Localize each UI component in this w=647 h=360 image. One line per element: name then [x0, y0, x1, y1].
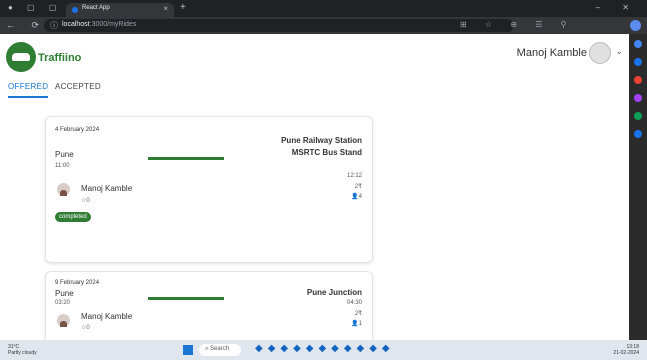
ride-end-time: 04:30	[346, 300, 362, 306]
taskbar-search[interactable]: ⌕ Search	[199, 344, 241, 356]
tab-accepted[interactable]: ACCEPTED	[55, 82, 101, 91]
outlook-icon[interactable]	[634, 130, 642, 138]
user-name[interactable]: Manoj Kamble	[517, 47, 587, 59]
games-icon[interactable]	[634, 94, 642, 102]
driver-avatar	[57, 314, 70, 327]
nav-buttons[interactable]: ← ⟳	[6, 20, 46, 31]
chevron-down-icon[interactable]: ⌄	[615, 46, 623, 57]
extension-icons[interactable]: ⊞ ☆ ⊕ ☰ ⚲	[460, 20, 575, 29]
clock-date: 21-02-2024	[613, 350, 639, 356]
driver-avatar	[57, 183, 70, 196]
taskbar-apps[interactable]: ◆◆◆◆◆◆◆◆◆◆◆	[255, 343, 395, 354]
driver-rating: ☆0	[81, 324, 90, 331]
ride-destination: Pune Railway Station MSRTC Bus Stand	[281, 136, 362, 157]
ride-card[interactable]: 9 February 2024 Pune 03:20 Pune Junction…	[45, 271, 373, 340]
browser-tab[interactable]: React App ×	[66, 3, 174, 17]
rating-value: 0	[86, 325, 90, 331]
ride-date: 9 February 2024	[55, 280, 100, 286]
logo-text: Traffiino	[38, 52, 82, 64]
ride-source: Pune	[55, 150, 74, 159]
driver-name: Manoj Kamble	[81, 312, 133, 321]
active-tab-indicator	[8, 96, 48, 98]
tab-offered[interactable]: OFFERED	[8, 82, 48, 91]
ride-seats: 👤1	[351, 320, 362, 327]
address-bar: ← ⟳ ⓘ localhost:3000/myRides ⊞ ☆ ⊕ ☰ ⚲	[0, 17, 647, 34]
new-tab-button[interactable]: +	[180, 2, 186, 13]
seat-icon: 👤	[351, 194, 359, 200]
window-controls[interactable]: – ✕	[596, 3, 639, 12]
seat-count: 1	[358, 321, 362, 327]
url-field[interactable]: ⓘ localhost:3000/myRides	[44, 19, 514, 32]
url-text: localhost:3000/myRides	[62, 21, 136, 28]
search-icon[interactable]	[634, 40, 642, 48]
browser-profile-icon[interactable]	[630, 20, 641, 31]
route-line	[148, 297, 224, 300]
close-tab-icon[interactable]: ×	[163, 4, 168, 13]
weather-widget[interactable]: 31°C Partly cloudy	[8, 344, 37, 356]
windows-start-icon[interactable]	[183, 345, 193, 355]
status-badge: completed	[55, 212, 91, 222]
browser-tab-title: React App	[82, 5, 110, 11]
ride-destination: Pune Junction	[306, 288, 362, 297]
info-icon: ⓘ	[50, 21, 58, 30]
driver-rating: ☆0	[81, 197, 90, 204]
browser-tab-bar: ● ▢ ▢ React App × + – ✕	[0, 0, 647, 17]
driver-name: Manoj Kamble	[81, 184, 133, 193]
user-avatar[interactable]	[589, 42, 611, 64]
ride-seats: 👤4	[351, 193, 362, 200]
ride-price: 2₹	[354, 311, 362, 317]
react-favicon-icon	[72, 7, 78, 13]
weather-desc: Partly cloudy	[8, 350, 37, 356]
office-icon[interactable]	[634, 112, 642, 120]
ride-end-time: 12:12	[346, 173, 362, 179]
extension-icon[interactable]	[634, 76, 642, 84]
tag-icon[interactable]	[634, 58, 642, 66]
rating-value: 0	[86, 198, 90, 204]
taskbar: 31°C Partly cloudy ⌕ Search ◆◆◆◆◆◆◆◆◆◆◆ …	[0, 340, 647, 360]
seat-icon: 👤	[351, 321, 359, 327]
taskbar-search-label: ⌕ Search	[205, 346, 230, 352]
browser-side-panel	[629, 34, 647, 340]
ride-start-time: 11:00	[55, 163, 70, 169]
ride-date: 4 February 2024	[55, 127, 100, 133]
ride-start-time: 03:20	[55, 300, 71, 306]
traffiino-logo[interactable]	[6, 42, 36, 72]
seat-count: 4	[358, 194, 362, 200]
url-host: localhost	[62, 21, 90, 28]
ride-card[interactable]: 4 February 2024 Pune 11:00 Pune Railway …	[45, 116, 373, 263]
car-icon	[12, 53, 30, 61]
system-tray[interactable]: 13:18 21-02-2024	[613, 344, 639, 356]
browser-window-icons[interactable]: ● ▢ ▢	[8, 3, 62, 12]
ride-source: Pune	[55, 289, 74, 298]
url-path: :3000/myRides	[89, 21, 137, 28]
taskbar-search-text: Search	[210, 346, 230, 352]
page-content: Traffiino Manoj Kamble ⌄ OFFERED ACCEPTE…	[0, 34, 629, 340]
ride-price: 2₹	[354, 184, 362, 190]
route-line	[148, 157, 224, 160]
